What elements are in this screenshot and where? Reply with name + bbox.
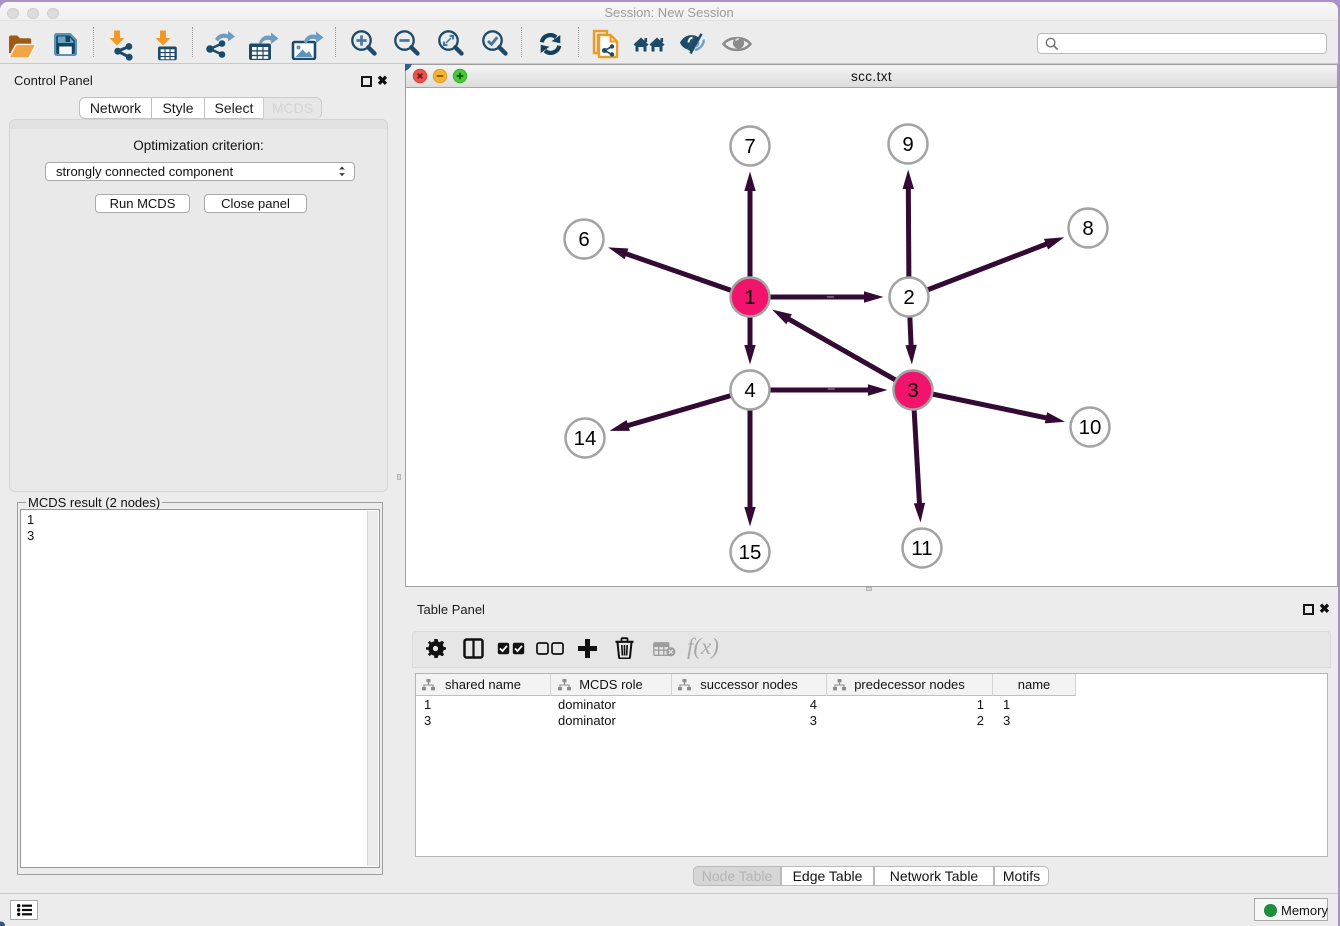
svg-text:10: 10 [1079, 417, 1102, 439]
svg-text:2: 2 [903, 287, 914, 309]
svg-text:6: 6 [578, 229, 589, 251]
svg-text:9: 9 [902, 134, 913, 156]
svg-text:14: 14 [574, 428, 597, 450]
svg-text:8: 8 [1082, 218, 1093, 240]
svg-text:7: 7 [744, 136, 755, 158]
svg-text:15: 15 [739, 542, 762, 564]
svg-text:1: 1 [744, 287, 755, 309]
svg-text:11: 11 [911, 538, 932, 560]
svg-text:3: 3 [907, 380, 918, 402]
svg-text:4: 4 [744, 380, 755, 402]
